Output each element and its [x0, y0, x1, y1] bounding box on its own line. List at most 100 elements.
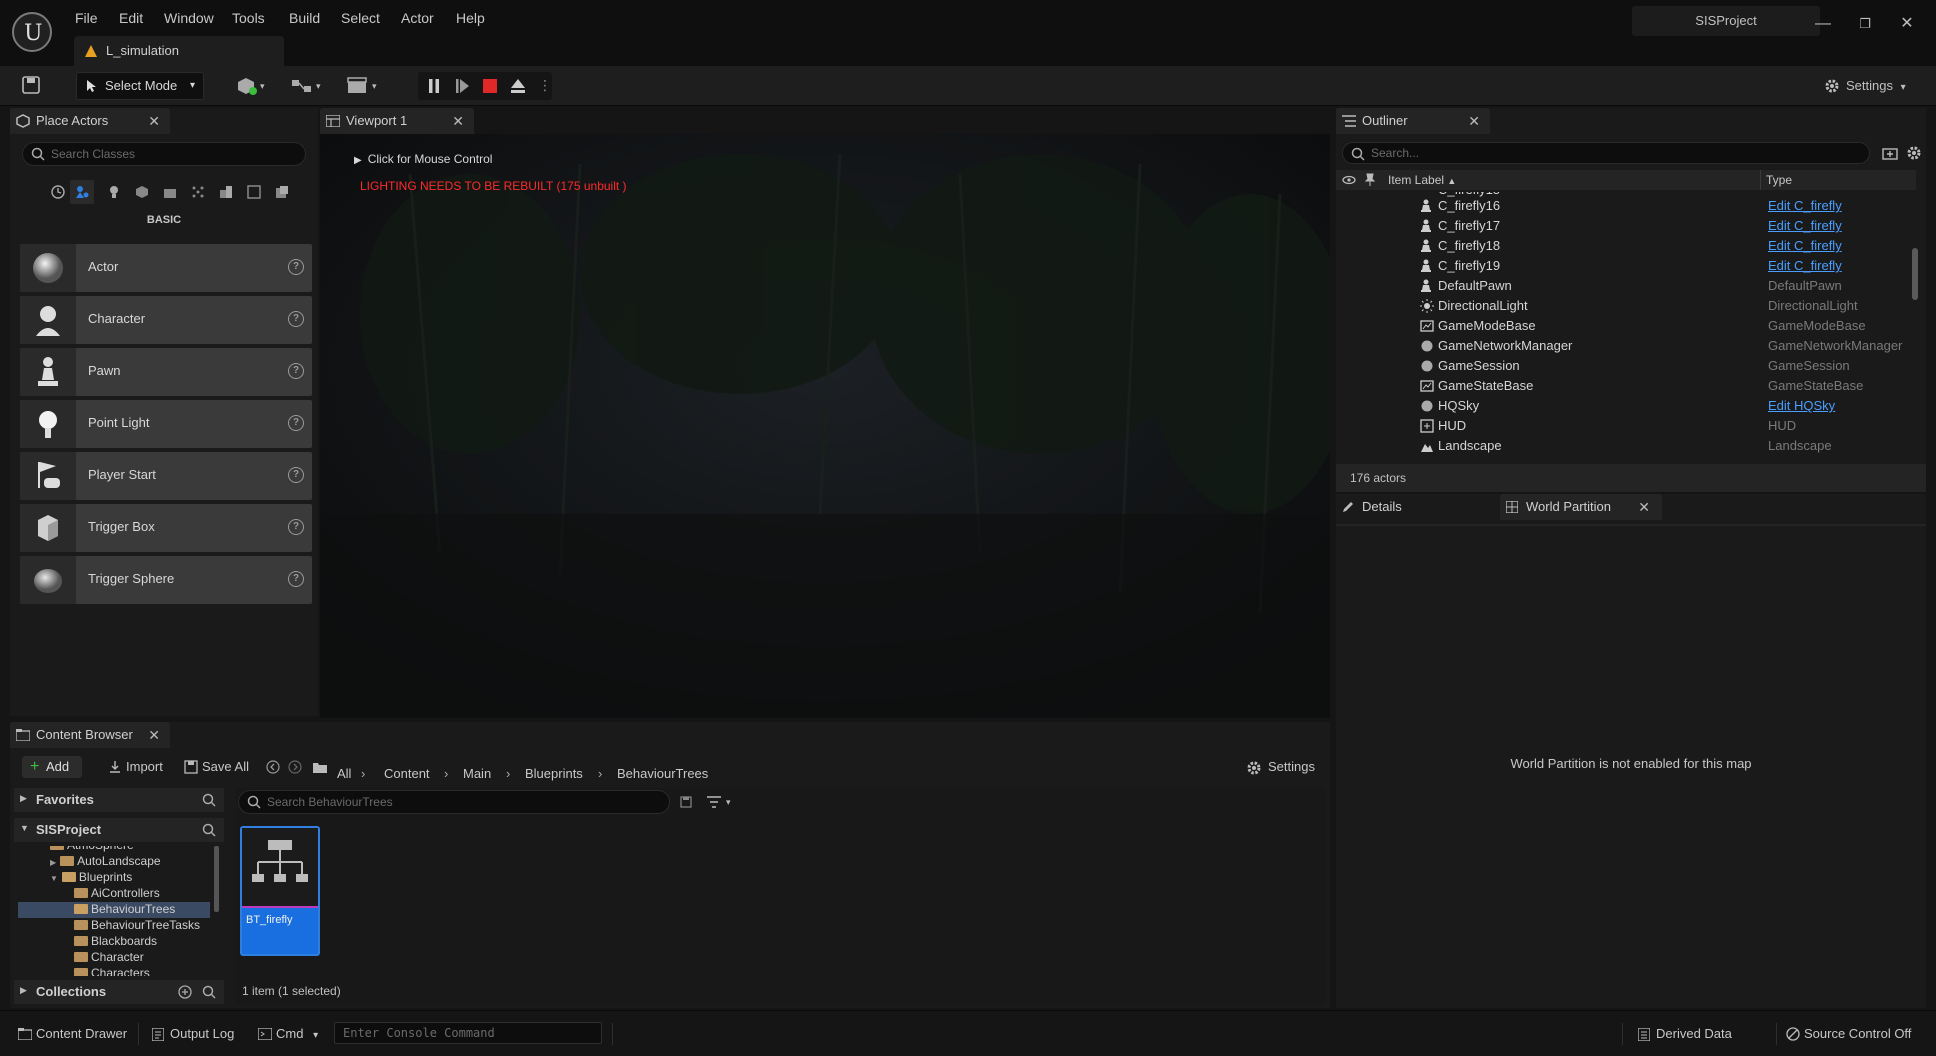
- column-item-label[interactable]: Item Label ▲: [1388, 173, 1456, 187]
- save-search-icon[interactable]: [680, 796, 692, 808]
- breadcrumb-content[interactable]: Content: [384, 766, 430, 781]
- table-row[interactable]: C_firefly18 Edit C_firefly: [1336, 236, 1916, 256]
- content-drawer-button[interactable]: Content Drawer: [16, 1023, 127, 1045]
- add-folder-icon[interactable]: [1882, 146, 1898, 160]
- settings-button[interactable]: Settings ▾: [1818, 72, 1918, 100]
- breadcrumb-behaviourtrees[interactable]: BehaviourTrees: [617, 766, 708, 781]
- forward-icon[interactable]: [288, 760, 302, 774]
- source-control-button[interactable]: Source Control Off: [1784, 1023, 1911, 1045]
- tree-folder[interactable]: ▼ Blueprints: [50, 870, 132, 886]
- close-button[interactable]: ✕: [1892, 12, 1922, 36]
- level-tab[interactable]: L_simulation: [74, 36, 284, 66]
- output-log-button[interactable]: Output Log: [150, 1023, 234, 1045]
- table-row[interactable]: Landscape Landscape: [1336, 436, 1916, 456]
- table-row[interactable]: GameStateBase GameStateBase: [1336, 376, 1916, 396]
- menu-help[interactable]: Help: [456, 10, 485, 30]
- console-command-input[interactable]: Enter Console Command: [334, 1022, 602, 1044]
- table-row[interactable]: GameNetworkManager GameNetworkManager: [1336, 336, 1916, 356]
- help-icon[interactable]: ?: [288, 571, 304, 587]
- help-icon[interactable]: ?: [288, 519, 304, 535]
- close-icon[interactable]: ✕: [1468, 108, 1480, 134]
- lights-icon[interactable]: [106, 184, 122, 200]
- actor-item-actor[interactable]: Actor ?: [20, 244, 312, 292]
- tab-content-browser[interactable]: Content Browser ✕: [10, 722, 170, 748]
- class-search-input[interactable]: Search Classes: [22, 142, 306, 166]
- import-button[interactable]: Import: [106, 756, 163, 778]
- tree-folder[interactable]: Characters: [74, 966, 150, 976]
- menu-window[interactable]: Window: [164, 10, 214, 30]
- search-icon[interactable]: [202, 985, 216, 999]
- row-type-link[interactable]: Edit C_firefly: [1768, 258, 1842, 273]
- tree-folder[interactable]: AiControllers: [74, 886, 160, 902]
- project-header[interactable]: ▼ SISProject: [14, 818, 224, 842]
- actor-item-trigger-sphere[interactable]: Trigger Sphere ?: [20, 556, 312, 604]
- row-type-link[interactable]: Edit C_firefly: [1768, 238, 1842, 253]
- menu-tools[interactable]: Tools: [232, 10, 265, 30]
- unreal-logo-icon[interactable]: U: [12, 12, 52, 52]
- tree-scrollbar[interactable]: [214, 846, 219, 912]
- asset-tile-bt-firefly[interactable]: BT_firefly: [240, 826, 320, 956]
- table-row[interactable]: C_firefly19 Edit C_firefly: [1336, 256, 1916, 276]
- row-type-link[interactable]: Edit C_firefly: [1768, 198, 1842, 213]
- menu-file[interactable]: File: [75, 10, 98, 30]
- tree-folder[interactable]: Character: [74, 950, 144, 966]
- row-type-link[interactable]: Edit HQSky: [1768, 398, 1835, 413]
- tab-outliner[interactable]: Outliner ✕: [1336, 108, 1490, 134]
- table-row[interactable]: GameSession GameSession: [1336, 356, 1916, 376]
- column-divider[interactable]: [1760, 170, 1761, 190]
- cinematics-icon[interactable]: ▾: [346, 76, 382, 96]
- add-button[interactable]: + Add: [22, 756, 82, 778]
- select-mode-dropdown[interactable]: Select Mode ▾: [76, 72, 204, 100]
- cb-settings-button[interactable]: Settings: [1246, 756, 1315, 778]
- tab-viewport[interactable]: Viewport 1 ✕: [320, 108, 474, 134]
- stop-icon[interactable]: [482, 78, 498, 94]
- outliner-search-input[interactable]: Search...: [1342, 142, 1870, 164]
- restore-button[interactable]: ❐: [1850, 12, 1880, 36]
- close-icon[interactable]: ✕: [148, 108, 160, 134]
- basic-category-icon[interactable]: [70, 180, 94, 204]
- close-icon[interactable]: ✕: [1638, 494, 1650, 520]
- close-icon[interactable]: ✕: [148, 722, 160, 748]
- tree-folder[interactable]: ▶ AutoLandscape: [50, 854, 161, 870]
- help-icon[interactable]: ?: [288, 259, 304, 275]
- visibility-eye-icon[interactable]: [1342, 173, 1356, 187]
- collections-header[interactable]: ▶ Collections: [14, 980, 224, 1004]
- back-icon[interactable]: [266, 760, 280, 774]
- visual-effects-icon[interactable]: [190, 184, 206, 200]
- save-all-button[interactable]: Save All: [182, 756, 249, 778]
- filter-icon[interactable]: ▾: [706, 794, 736, 810]
- row-type-link[interactable]: Edit C_firefly: [1768, 218, 1842, 233]
- frame-skip-icon[interactable]: [454, 78, 470, 94]
- actor-item-pawn[interactable]: Pawn ?: [20, 348, 312, 396]
- help-icon[interactable]: ?: [288, 415, 304, 431]
- pause-icon[interactable]: [426, 78, 442, 94]
- table-row[interactable]: DefaultPawn DefaultPawn: [1336, 276, 1916, 296]
- table-row[interactable]: GameModeBase GameModeBase: [1336, 316, 1916, 336]
- all-classes-icon[interactable]: [274, 184, 290, 200]
- pin-icon[interactable]: [1364, 173, 1376, 187]
- actor-item-trigger-box[interactable]: Trigger Box ?: [20, 504, 312, 552]
- cinematic-icon[interactable]: [162, 184, 178, 200]
- column-type[interactable]: Type: [1766, 173, 1792, 187]
- folder-icon[interactable]: [312, 760, 328, 774]
- menu-select[interactable]: Select: [341, 10, 380, 30]
- breadcrumb-blueprints[interactable]: Blueprints: [525, 766, 583, 781]
- tab-place-actors[interactable]: Place Actors ✕: [10, 108, 170, 134]
- table-row[interactable]: C_firefly16 Edit C_firefly: [1336, 196, 1916, 216]
- derived-data-button[interactable]: Derived Data: [1636, 1023, 1732, 1045]
- table-row[interactable]: DirectionalLight DirectionalLight: [1336, 296, 1916, 316]
- tree-folder-selected[interactable]: BehaviourTrees: [18, 902, 210, 918]
- tree-folder[interactable]: AtmoSphere: [50, 846, 134, 854]
- favorites-header[interactable]: ▶ Favorites: [14, 788, 224, 812]
- more-options-icon[interactable]: ⋮: [538, 77, 552, 94]
- asset-search-input[interactable]: Search BehaviourTrees: [238, 790, 670, 814]
- add-actor-icon[interactable]: ▾: [236, 76, 270, 96]
- help-icon[interactable]: ?: [288, 363, 304, 379]
- close-icon[interactable]: ✕: [452, 108, 464, 134]
- blueprint-icon[interactable]: ▾: [290, 76, 326, 96]
- menu-build[interactable]: Build: [289, 10, 320, 30]
- breadcrumb-all[interactable]: All: [337, 766, 351, 781]
- shapes-icon[interactable]: [134, 184, 150, 200]
- recent-icon[interactable]: [50, 184, 66, 200]
- tree-folder[interactable]: Blackboards: [74, 934, 157, 950]
